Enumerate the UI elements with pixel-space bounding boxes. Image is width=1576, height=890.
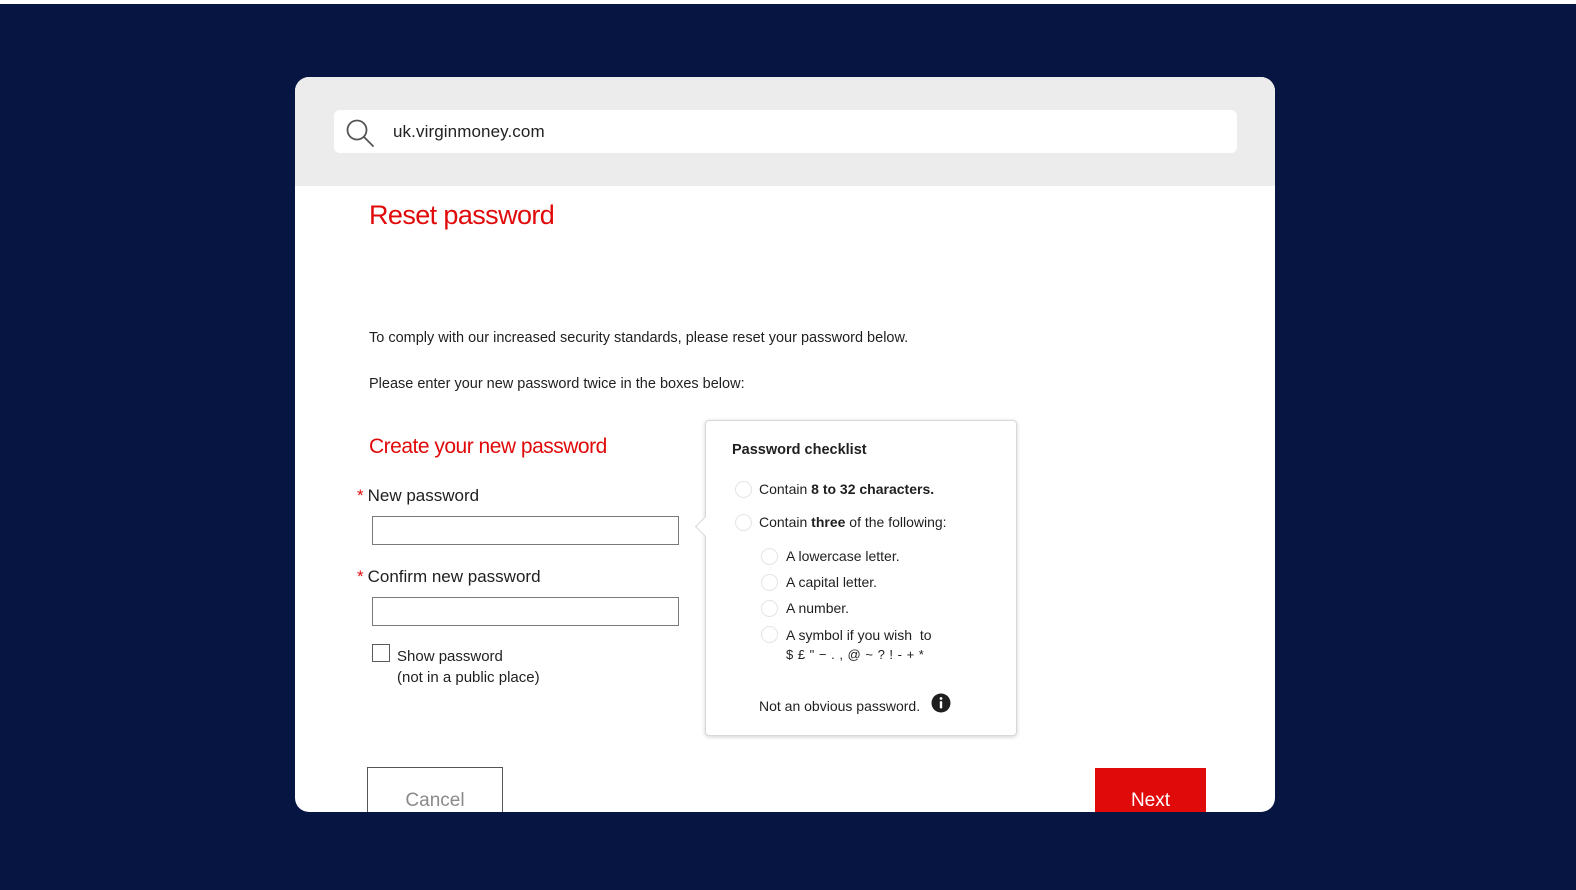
page-title: Reset password xyxy=(369,200,555,230)
item-length-bold: 8 to 32 characters. xyxy=(811,481,935,497)
checklist-item-length: Contain 8 to 32 characters. xyxy=(759,481,934,497)
item-length-prefix: Contain xyxy=(759,481,812,497)
checklist-sub-item: A number. xyxy=(786,600,850,616)
checklist-sub-item: A capital letter. xyxy=(786,574,878,590)
check-circle-icon xyxy=(735,481,752,498)
intro-text: To comply with our increased security st… xyxy=(369,330,909,346)
checklist-title: Password checklist xyxy=(732,442,867,458)
checklist-item-three: Contain three of the following: xyxy=(759,514,947,530)
cancel-button[interactable]: Cancel xyxy=(367,767,503,812)
page-content: Reset password To comply with our increa… xyxy=(295,186,1275,812)
new-password-label-text: New password xyxy=(367,486,480,505)
show-password-text: Show password xyxy=(397,648,503,665)
search-icon xyxy=(346,119,374,147)
item-three-suffix: of the following: xyxy=(845,514,947,530)
new-password-label: * New password xyxy=(357,486,479,506)
check-circle-icon xyxy=(761,548,778,565)
check-circle-icon xyxy=(761,574,778,591)
info-icon[interactable] xyxy=(931,693,951,713)
browser-window: uk.virginmoney.com Reset password To com… xyxy=(295,77,1275,812)
check-circle-icon xyxy=(761,626,778,643)
item-three-prefix: Contain xyxy=(759,514,812,530)
check-circle-icon xyxy=(735,514,752,531)
confirm-password-label: * Confirm new password xyxy=(357,567,541,587)
checklist-symbols: $ £ " − . , @ ~ ? ! - + * xyxy=(786,647,925,662)
next-button[interactable]: Next xyxy=(1095,768,1206,812)
obvious-password-note: Not an obvious password. xyxy=(759,698,921,714)
instruction-text: Please enter your new password twice in … xyxy=(369,376,745,392)
confirm-password-field[interactable] xyxy=(372,597,679,626)
show-password-checkbox[interactable] xyxy=(372,644,390,662)
password-checklist-popover: Password checklist Contain 8 to 32 chara… xyxy=(694,420,1017,736)
checklist-sub-item: A symbol if you wish to xyxy=(786,627,932,643)
address-bar[interactable]: uk.virginmoney.com xyxy=(334,110,1237,153)
show-password-note: (not in a public place) xyxy=(397,669,540,686)
popover-arrow xyxy=(694,515,717,538)
item-three-bold: three xyxy=(811,514,846,530)
address-url[interactable]: uk.virginmoney.com xyxy=(393,122,545,142)
show-password-label[interactable]: Show password (not in a public place) xyxy=(397,646,540,688)
required-marker: * xyxy=(357,567,364,586)
check-circle-icon xyxy=(761,600,778,617)
section-title: Create your new password xyxy=(369,435,607,458)
confirm-password-label-text: Confirm new password xyxy=(367,567,541,586)
new-password-field[interactable] xyxy=(372,516,679,545)
browser-toolbar: uk.virginmoney.com xyxy=(295,77,1275,186)
checklist-sub-item: A lowercase letter. xyxy=(786,548,900,564)
required-marker: * xyxy=(357,486,364,505)
